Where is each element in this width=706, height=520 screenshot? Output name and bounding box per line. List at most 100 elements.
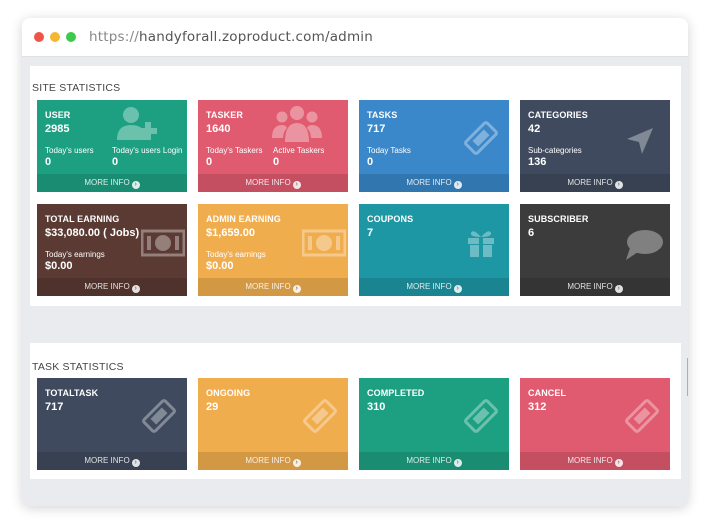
card-value: 6	[528, 227, 535, 239]
arrow-circle-right-icon: ›	[453, 285, 462, 293]
todays-users-label: Today's users	[45, 146, 94, 155]
card-value: $1,659.00	[206, 227, 255, 239]
card-value: 2985	[45, 123, 70, 135]
card-value: 312	[528, 401, 547, 413]
scrollbar-indicator[interactable]	[687, 358, 688, 396]
tasks-card: TASKS 717 Today Tasks 0 MORE INFO ›	[359, 100, 509, 192]
arrow-circle-right-icon: ›	[453, 181, 462, 189]
tasker-more-info-link[interactable]: MORE INFO ›	[198, 174, 348, 192]
more-info-label: MORE INFO	[567, 178, 613, 187]
ongoing-more-info-link[interactable]: MORE INFO ›	[198, 452, 348, 470]
card-value: 310	[367, 401, 386, 413]
tasks-more-info-link[interactable]: MORE INFO ›	[359, 174, 509, 192]
money-icon	[302, 229, 346, 257]
admin-earning-more-info-link[interactable]: MORE INFO ›	[198, 278, 348, 296]
tasker-card: TASKER 1640 Today's Taskers 0 Active Tas…	[198, 100, 348, 192]
completed-card: COMPLETED 310 MORE INFO ›	[359, 378, 509, 470]
more-info-label: MORE INFO	[245, 282, 291, 291]
todays-earnings-label: Today's earnings	[45, 250, 105, 259]
maximize-window-button[interactable]	[66, 32, 76, 42]
todays-users-login-value: 0	[112, 156, 119, 168]
browser-window: https://handyforall.zoproduct.com/admin …	[22, 18, 688, 506]
totaltask-card: TOTALTASK 717 MORE INFO ›	[37, 378, 187, 470]
card-title: TASKER	[206, 110, 243, 120]
browser-titlebar: https://handyforall.zoproduct.com/admin	[22, 18, 688, 57]
more-info-label: MORE INFO	[406, 282, 452, 291]
address-bar[interactable]: https://handyforall.zoproduct.com/admin	[89, 29, 373, 45]
todays-users-login-label: Today's users Login	[112, 146, 183, 155]
arrow-circle-right-icon: ›	[614, 285, 623, 293]
arrow-circle-right-icon: ›	[131, 285, 140, 293]
arrow-circle-right-icon: ›	[614, 459, 623, 467]
card-title: CATEGORIES	[528, 110, 588, 120]
user-card: USER 2985 Today's users 0 Today's users …	[37, 100, 187, 192]
card-value: 29	[206, 401, 219, 413]
ticket-icon	[142, 399, 176, 433]
site-statistics-title: SITE STATISTICS	[32, 82, 121, 94]
card-title: SUBSCRIBER	[528, 214, 589, 224]
card-title: COUPONS	[367, 214, 414, 224]
more-info-label: MORE INFO	[84, 456, 130, 465]
card-value: 717	[45, 401, 64, 413]
arrow-circle-right-icon: ›	[453, 459, 462, 467]
admin-earning-card: ADMIN EARNING $1,659.00 Today's earnings…	[198, 204, 348, 296]
coupons-more-info-link[interactable]: MORE INFO ›	[359, 278, 509, 296]
todays-taskers-label: Today's Taskers	[206, 146, 263, 155]
card-value: 717	[367, 123, 386, 135]
card-title: ADMIN EARNING	[206, 214, 281, 224]
more-info-label: MORE INFO	[84, 178, 130, 187]
active-taskers-label: Active Taskers	[273, 146, 325, 155]
user-more-info-link[interactable]: MORE INFO ›	[37, 174, 187, 192]
arrow-circle-right-icon: ›	[131, 181, 140, 189]
card-value: 42	[528, 123, 541, 135]
active-taskers-value: 0	[273, 156, 280, 168]
task-statistics-title: TASK STATISTICS	[32, 361, 124, 373]
more-info-label: MORE INFO	[245, 456, 291, 465]
arrow-circle-right-icon: ›	[292, 459, 301, 467]
subscriber-more-info-link[interactable]: MORE INFO ›	[520, 278, 670, 296]
categories-card: CATEGORIES 42 Sub-categories 136 MORE IN…	[520, 100, 670, 192]
cancel-card: CANCEL 312 MORE INFO ›	[520, 378, 670, 470]
sub-categories-label: Sub-categories	[528, 146, 582, 155]
ticket-icon	[464, 121, 498, 155]
todays-earnings-value: $0.00	[45, 260, 73, 272]
site-statistics-panel: SITE STATISTICS USER 2985 Today's users …	[30, 66, 681, 306]
today-tasks-value: 0	[367, 156, 374, 168]
more-info-label: MORE INFO	[567, 456, 613, 465]
card-value: 1640	[206, 123, 231, 135]
card-title: ONGOING	[206, 388, 251, 398]
url-protocol: https://	[89, 29, 139, 45]
add-user-icon	[117, 107, 157, 140]
card-title: USER	[45, 110, 71, 120]
close-window-button[interactable]	[34, 32, 44, 42]
comment-icon	[626, 230, 663, 260]
money-icon	[141, 229, 185, 257]
ongoing-card: ONGOING 29 MORE INFO ›	[198, 378, 348, 470]
url-host: handyforall.zoproduct.com/admin	[139, 29, 374, 45]
total-earning-more-info-link[interactable]: MORE INFO ›	[37, 278, 187, 296]
categories-more-info-link[interactable]: MORE INFO ›	[520, 174, 670, 192]
completed-more-info-link[interactable]: MORE INFO ›	[359, 452, 509, 470]
more-info-label: MORE INFO	[406, 178, 452, 187]
minimize-window-button[interactable]	[50, 32, 60, 42]
todays-earnings-label: Today's earnings	[206, 250, 266, 259]
ticket-icon	[464, 399, 498, 433]
card-title: CANCEL	[528, 388, 567, 398]
total-earning-card: TOTAL EARNING $33,080.00 ( Jobs) Today's…	[37, 204, 187, 296]
users-group-icon	[272, 106, 322, 142]
gift-icon	[468, 231, 494, 257]
card-title: TOTAL EARNING	[45, 214, 120, 224]
totaltask-more-info-link[interactable]: MORE INFO ›	[37, 452, 187, 470]
ticket-icon	[625, 399, 659, 433]
subscriber-card: SUBSCRIBER 6 MORE INFO ›	[520, 204, 670, 296]
today-tasks-label: Today Tasks	[367, 146, 411, 155]
cancel-more-info-link[interactable]: MORE INFO ›	[520, 452, 670, 470]
more-info-label: MORE INFO	[245, 178, 291, 187]
todays-earnings-value: $0.00	[206, 260, 234, 272]
task-statistics-panel: TASK STATISTICS TOTALTASK 717 MORE INFO ›…	[30, 343, 681, 479]
arrow-circle-right-icon: ›	[292, 181, 301, 189]
more-info-label: MORE INFO	[406, 456, 452, 465]
card-value: 7	[367, 227, 374, 239]
more-info-label: MORE INFO	[84, 282, 130, 291]
location-arrow-icon	[627, 128, 653, 154]
